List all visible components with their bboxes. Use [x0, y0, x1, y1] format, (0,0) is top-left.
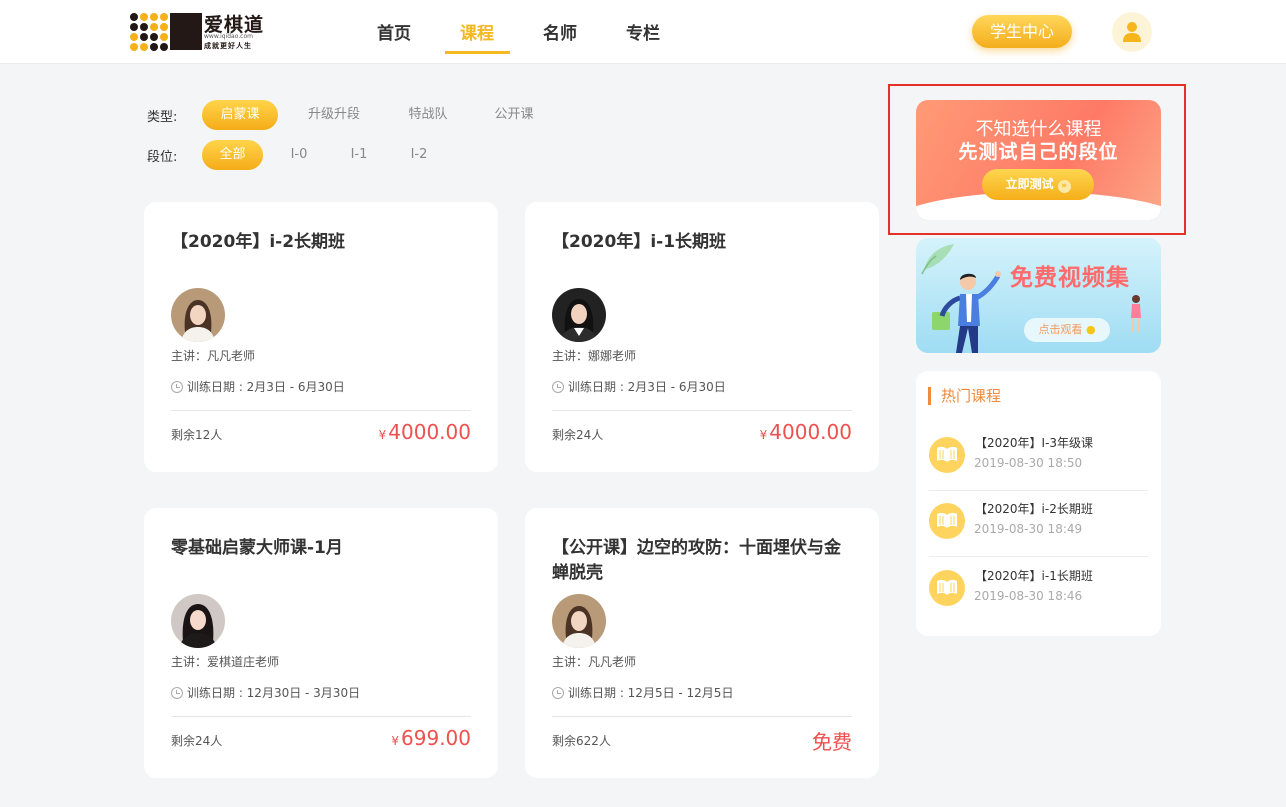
- nav-columns[interactable]: 专栏: [626, 19, 660, 44]
- card-divider: [552, 716, 852, 717]
- currency-symbol: ¥: [378, 428, 387, 442]
- level-option-i0[interactable]: I-0: [275, 140, 323, 170]
- currency-symbol: ¥: [391, 734, 400, 748]
- logo-dots-icon: [130, 13, 168, 51]
- card-divider: [171, 716, 471, 717]
- card-divider: [171, 410, 471, 411]
- clock-icon: [171, 687, 183, 699]
- card-divider: [552, 410, 852, 411]
- logo-mark: [170, 13, 202, 50]
- man-pointing-illustration: [932, 271, 1001, 353]
- logo-url: www.iqidao.com: [204, 33, 253, 40]
- hot-course-name: 【2020年】i-2长期班: [975, 502, 1093, 516]
- level-filter-label: 段位:: [147, 150, 178, 165]
- type-option-special-team[interactable]: 特战队: [390, 100, 466, 130]
- book-icon: [929, 503, 965, 539]
- nav-active-underline: [445, 51, 510, 54]
- book-icon: [929, 437, 965, 473]
- level-option-all[interactable]: 全部: [202, 140, 263, 170]
- course-price-value: 免费: [812, 730, 852, 754]
- watch-button[interactable]: 点击观看 ●: [1024, 318, 1110, 342]
- hot-courses-title: 热门课程: [928, 387, 1001, 405]
- course-dates: 训练日期 : 2月3日 - 6月30日: [187, 380, 345, 394]
- play-icon: ●: [1085, 323, 1096, 336]
- course-price: ¥4000.00: [379, 420, 471, 444]
- course-price: ¥4000.00: [760, 420, 852, 444]
- course-price-value: 4000.00: [769, 420, 852, 444]
- course-card[interactable]: 【2020年】i-1长期班 主讲：娜娜老师 训练日期 : 2月3日 - 6月30…: [525, 202, 879, 472]
- free-video-banner[interactable]: 免费视频集 点击观看 ●: [916, 238, 1161, 353]
- hot-course-item[interactable]: 【2020年】I-3年级课 2019-08-30 18:50: [929, 428, 1148, 494]
- teacher-avatar: [552, 594, 606, 648]
- type-option-upgrade[interactable]: 升级升段: [296, 100, 372, 130]
- course-price-value: 699.00: [401, 726, 471, 750]
- free-video-title: 免费视频集: [1010, 265, 1130, 291]
- top-header: 爱棋道 www.iqidao.com 成就更好人生 首页 课程 名师 专栏 学生…: [0, 0, 1286, 64]
- clock-icon: [552, 381, 564, 393]
- course-seats: 剩余24人: [552, 428, 604, 442]
- type-filter-label: 类型:: [147, 110, 178, 125]
- hot-course-name: 【2020年】i-1长期班: [975, 569, 1093, 583]
- teacher-avatar: [171, 288, 225, 342]
- site-logo[interactable]: 爱棋道 www.iqidao.com 成就更好人生: [130, 12, 270, 52]
- course-seats: 剩余622人: [552, 734, 611, 748]
- course-dates-row: 训练日期 : 12月5日 - 12月5日: [552, 684, 733, 701]
- course-dates-row: 训练日期 : 12月30日 - 3月30日: [171, 684, 360, 701]
- clock-icon: [171, 381, 183, 393]
- nav-teachers[interactable]: 名师: [543, 19, 577, 44]
- course-dates-row: 训练日期 : 2月3日 - 6月30日: [171, 378, 345, 395]
- hot-course-name: 【2020年】I-3年级课: [975, 436, 1094, 450]
- course-seats: 剩余12人: [171, 428, 223, 442]
- book-icon: [929, 570, 965, 606]
- nav-courses[interactable]: 课程: [460, 19, 494, 44]
- hot-course-date: 2019-08-30 18:49: [974, 522, 1083, 536]
- hot-course-item[interactable]: 【2020年】i-1长期班 2019-08-30 18:46: [929, 561, 1148, 627]
- hot-courses-panel: 热门课程 【2020年】I-3年级课 2019-08-30 18:50 【202…: [916, 371, 1161, 636]
- course-price: ¥699.00: [391, 726, 471, 750]
- course-teacher: 主讲：凡凡老师: [171, 349, 256, 363]
- course-dates-row: 训练日期 : 2月3日 - 6月30日: [552, 378, 726, 395]
- course-title: 【2020年】i-1长期班: [552, 232, 727, 252]
- currency-symbol: ¥: [759, 428, 768, 442]
- hot-course-date: 2019-08-30 18:46: [974, 589, 1083, 603]
- hot-course-item[interactable]: 【2020年】i-2长期班 2019-08-30 18:49: [929, 494, 1148, 560]
- course-dates: 训练日期 : 2月3日 - 6月30日: [568, 380, 726, 394]
- course-card[interactable]: 【2020年】i-2长期班 主讲：凡凡老师 训练日期 : 2月3日 - 6月30…: [144, 202, 498, 472]
- type-option-enlightenment[interactable]: 启蒙课: [202, 100, 278, 130]
- student-center-button[interactable]: 学生中心: [972, 15, 1072, 48]
- course-title: 零基础启蒙大师课-1月: [171, 538, 343, 558]
- course-card[interactable]: 【公开课】边空的攻防：十面埋伏与金蝉脱壳 主讲：凡凡老师 训练日期 : 12月5…: [525, 508, 879, 778]
- girl-illustration: [1131, 295, 1141, 332]
- course-dates: 训练日期 : 12月5日 - 12月5日: [568, 686, 734, 700]
- type-option-open-class[interactable]: 公开课: [476, 100, 552, 130]
- course-dates: 训练日期 : 12月30日 - 3月30日: [187, 686, 361, 700]
- teacher-avatar: [171, 594, 225, 648]
- level-option-i1[interactable]: I-1: [335, 140, 383, 170]
- teacher-avatar: [552, 288, 606, 342]
- level-option-i2[interactable]: I-2: [395, 140, 443, 170]
- course-teacher: 主讲：凡凡老师: [552, 655, 637, 669]
- arrow-right-icon: »: [1057, 180, 1071, 193]
- watch-label: 点击观看: [1038, 323, 1083, 336]
- course-price-value: 4000.00: [388, 420, 471, 444]
- clock-icon: [552, 687, 564, 699]
- course-seats: 剩余24人: [171, 734, 223, 748]
- user-avatar-button[interactable]: [1112, 12, 1152, 52]
- user-icon: [1123, 22, 1141, 42]
- logo-slogan: 成就更好人生: [204, 42, 252, 50]
- course-title: 【公开课】边空的攻防：十面埋伏与金蝉脱壳: [552, 538, 841, 583]
- course-price: 免费: [810, 726, 852, 755]
- course-card[interactable]: 零基础启蒙大师课-1月 主讲：爱棋道庄老师 训练日期 : 12月30日 - 3月…: [144, 508, 498, 778]
- course-teacher: 主讲：娜娜老师: [552, 349, 637, 363]
- nav-home[interactable]: 首页: [377, 19, 411, 44]
- start-test-button[interactable]: 立即测试»: [982, 169, 1094, 200]
- hot-course-date: 2019-08-30 18:50: [974, 456, 1083, 470]
- banner-line-2: 先测试自己的段位: [958, 141, 1119, 163]
- hot-divider: [929, 490, 1148, 491]
- level-test-banner[interactable]: 不知选什么课程 先测试自己的段位 立即测试»: [916, 100, 1161, 220]
- hot-divider: [929, 556, 1148, 557]
- course-teacher: 主讲：爱棋道庄老师: [171, 655, 280, 669]
- start-test-label: 立即测试: [1005, 177, 1054, 191]
- course-title: 【2020年】i-2长期班: [171, 232, 346, 252]
